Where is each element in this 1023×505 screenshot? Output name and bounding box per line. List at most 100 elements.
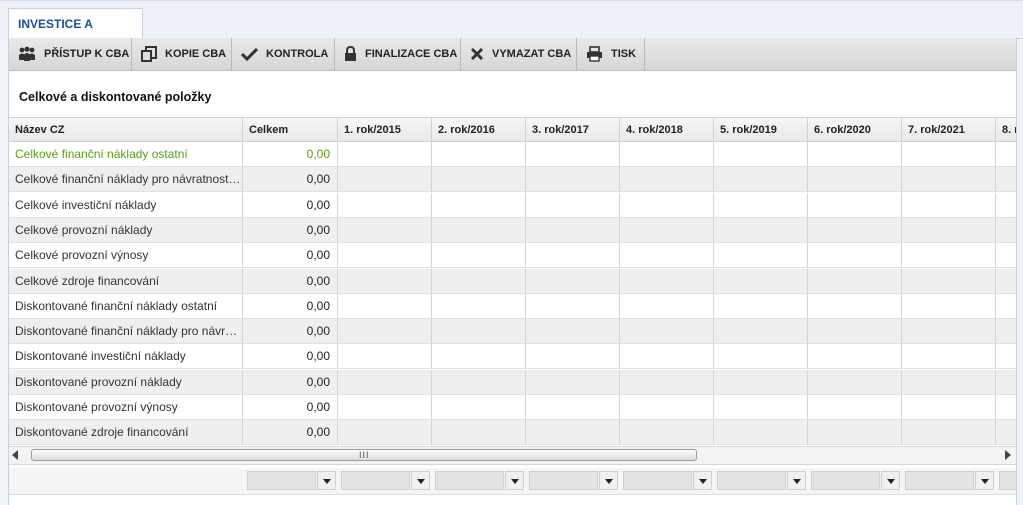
column-header[interactable]: 4. rok/2018: [620, 118, 714, 141]
column-filter[interactable]: [435, 471, 524, 490]
year-cell[interactable]: [620, 293, 714, 318]
year-cell[interactable]: [432, 268, 526, 293]
year-cell[interactable]: [808, 217, 902, 242]
year-cell[interactable]: [338, 395, 432, 419]
filter-input[interactable]: [247, 471, 316, 490]
scrollbar-thumb[interactable]: III: [31, 449, 697, 461]
year-cell[interactable]: [808, 395, 902, 419]
year-cell[interactable]: [432, 217, 526, 242]
year-cell[interactable]: [432, 420, 526, 445]
scroll-right-arrow-icon[interactable]: [1005, 450, 1011, 460]
column-filter[interactable]: [623, 471, 712, 490]
table-row[interactable]: Diskontované provozní náklady 0,00: [9, 369, 1016, 395]
year-cell[interactable]: [338, 319, 432, 344]
year-cell[interactable]: [902, 293, 996, 318]
chevron-down-icon[interactable]: [787, 471, 806, 490]
column-header[interactable]: 1. rok/2015: [338, 118, 432, 141]
filter-input[interactable]: [717, 471, 786, 490]
year-cell[interactable]: [526, 243, 620, 268]
tisk-button[interactable]: TISK: [577, 38, 645, 70]
year-cell[interactable]: [526, 293, 620, 318]
year-cell[interactable]: [714, 268, 808, 293]
year-cell[interactable]: [714, 243, 808, 268]
year-cell[interactable]: [714, 420, 808, 445]
chevron-down-icon[interactable]: [693, 471, 712, 490]
year-cell[interactable]: [808, 243, 902, 268]
year-cell[interactable]: [808, 268, 902, 293]
year-cell[interactable]: [902, 142, 996, 166]
chevron-down-icon[interactable]: [599, 471, 618, 490]
year-cell[interactable]: [996, 395, 1016, 419]
year-cell[interactable]: [996, 167, 1016, 191]
year-cell[interactable]: [620, 420, 714, 445]
year-cell[interactable]: [338, 369, 432, 394]
year-cell[interactable]: [996, 142, 1016, 166]
column-header[interactable]: 3. rok/2017: [526, 118, 620, 141]
year-cell[interactable]: [714, 192, 808, 217]
year-cell[interactable]: [432, 142, 526, 166]
year-cell[interactable]: [902, 268, 996, 293]
filter-input[interactable]: [341, 471, 410, 490]
filter-input[interactable]: [905, 471, 974, 490]
year-cell[interactable]: [338, 293, 432, 318]
year-cell[interactable]: [714, 167, 808, 192]
year-cell[interactable]: [620, 344, 714, 369]
year-cell[interactable]: [902, 192, 996, 217]
chevron-down-icon[interactable]: [317, 471, 336, 490]
year-cell[interactable]: [902, 395, 996, 419]
year-cell[interactable]: [432, 395, 526, 419]
year-cell[interactable]: [526, 420, 620, 445]
kontrola-button[interactable]: KONTROLA: [232, 38, 335, 70]
filter-input[interactable]: [999, 471, 1016, 490]
horizontal-scrollbar[interactable]: III: [9, 446, 1016, 465]
column-filter[interactable]: [811, 471, 900, 490]
year-cell[interactable]: [996, 420, 1016, 444]
year-cell[interactable]: [996, 193, 1016, 217]
year-cell[interactable]: [714, 142, 808, 166]
column-header[interactable]: 8. r: [996, 118, 1016, 141]
year-cell[interactable]: [808, 319, 902, 344]
year-cell[interactable]: [620, 243, 714, 268]
year-cell[interactable]: [338, 268, 432, 293]
year-cell[interactable]: [526, 142, 620, 166]
year-cell[interactable]: [526, 192, 620, 217]
scroll-left-arrow-icon[interactable]: [12, 450, 18, 460]
year-cell[interactable]: [808, 142, 902, 166]
chevron-down-icon[interactable]: [411, 471, 430, 490]
year-cell[interactable]: [432, 293, 526, 318]
table-row[interactable]: Celkové zdroje financování 0,00: [9, 268, 1016, 294]
year-cell[interactable]: [526, 217, 620, 242]
column-header[interactable]: 5. rok/2019: [714, 118, 808, 141]
year-cell[interactable]: [902, 167, 996, 192]
year-cell[interactable]: [902, 369, 996, 394]
column-header[interactable]: 2. rok/2016: [432, 118, 526, 141]
year-cell[interactable]: [714, 217, 808, 242]
year-cell[interactable]: [808, 167, 902, 192]
year-cell[interactable]: [808, 369, 902, 394]
year-cell[interactable]: [432, 344, 526, 369]
year-cell[interactable]: [338, 142, 432, 166]
table-row[interactable]: Diskontované finanční náklady pro návrat…: [9, 319, 1016, 345]
year-cell[interactable]: [620, 192, 714, 217]
year-cell[interactable]: [432, 192, 526, 217]
chevron-down-icon[interactable]: [975, 471, 994, 490]
year-cell[interactable]: [996, 269, 1016, 293]
year-cell[interactable]: [338, 217, 432, 242]
tab-investice-a-zdroje[interactable]: INVESTICE A ZDROJE: [8, 8, 143, 62]
year-cell[interactable]: [526, 319, 620, 344]
filter-input[interactable]: [623, 471, 692, 490]
year-cell[interactable]: [432, 319, 526, 344]
year-cell[interactable]: [902, 217, 996, 242]
table-row[interactable]: Celkové finanční náklady pro návratnost …: [9, 167, 1016, 193]
year-cell[interactable]: [902, 420, 996, 445]
year-cell[interactable]: [620, 268, 714, 293]
column-filter[interactable]: [247, 471, 336, 490]
table-row[interactable]: Diskontované provozní výnosy 0,00: [9, 395, 1016, 420]
table-row[interactable]: Celkové investiční náklady 0,00: [9, 192, 1016, 218]
column-header[interactable]: Celkem: [243, 118, 338, 141]
year-cell[interactable]: [620, 142, 714, 166]
column-header[interactable]: Název CZ: [9, 118, 243, 141]
pristup-k-cba-button[interactable]: PŘÍSTUP K CBA: [9, 38, 132, 70]
year-cell[interactable]: [338, 243, 432, 268]
year-cell[interactable]: [996, 294, 1016, 318]
